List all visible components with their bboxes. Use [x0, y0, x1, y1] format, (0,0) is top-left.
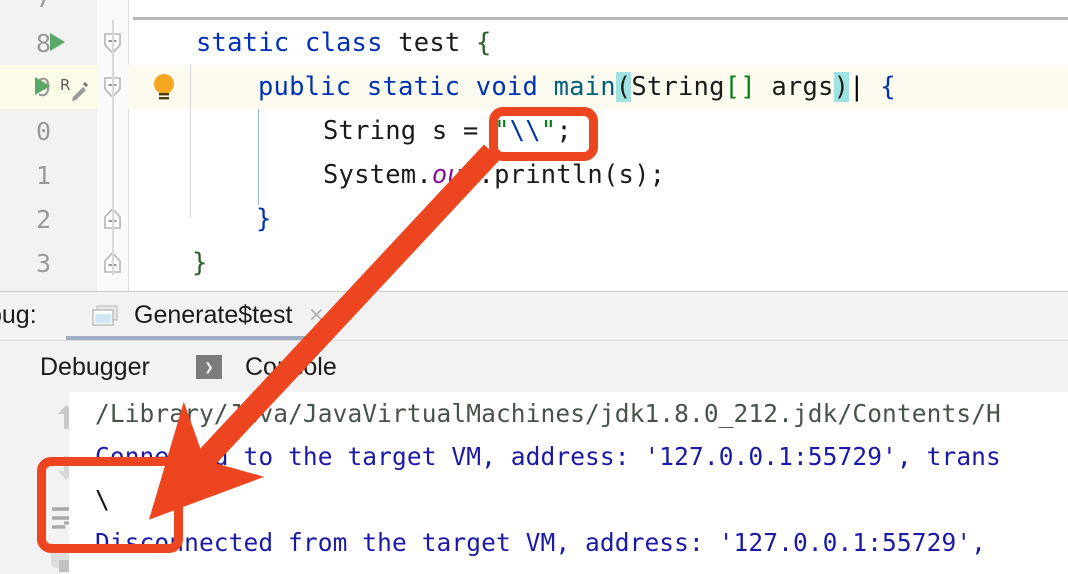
line-number-7: 7 [36, 0, 51, 13]
session-close-icon[interactable]: × [309, 301, 324, 330]
code-line-12[interactable]: } [128, 197, 1068, 241]
gutter-line-13[interactable]: 3 [0, 241, 97, 285]
code-editor[interactable]: 7 8 static class test { [0, 0, 1068, 291]
editor-top-scroll-indicator [133, 17, 1068, 20]
code-line-9[interactable]: public static void main(String[] args)| … [128, 65, 1068, 109]
line-number-12: 2 [35, 205, 51, 234]
console-line-3: Disconnected from the target VM, address… [95, 528, 987, 557]
intention-lightbulb-icon[interactable] [150, 72, 178, 102]
fold-col-line-7[interactable] [97, 0, 128, 20]
line-number-8: 8 [35, 29, 51, 58]
gutter-line-12[interactable]: 2 [0, 197, 97, 241]
line-number-13: 3 [35, 249, 51, 278]
gutter-line-9[interactable]: 9 R [0, 65, 97, 109]
code-line-11[interactable]: System.out.println(s); [128, 153, 1068, 197]
debug-header: bug: Generate$test × [0, 292, 1068, 340]
debug-window-title: bug: [0, 301, 37, 329]
code-line-10-text: String s = "\\"; [323, 116, 572, 146]
editor-line-8[interactable]: 8 static class test { [0, 21, 1068, 65]
ide-window: 7 8 static class test { [0, 0, 1068, 574]
console-line-0: /Library/Java/JavaVirtualMachines/jdk1.8… [95, 399, 1001, 428]
line-number-11: 1 [35, 161, 51, 190]
gutter-line-10[interactable]: 0 [0, 109, 97, 153]
console-output-area[interactable]: /Library/Java/JavaVirtualMachines/jdk1.8… [0, 392, 1068, 574]
code-line-9-text: public static void main(String[] args)| … [258, 72, 896, 102]
fold-connector-line [112, 20, 114, 275]
console-far-left-strip [0, 392, 23, 574]
svg-text:R: R [60, 76, 70, 94]
gutter-line-7[interactable]: 7 [0, 0, 97, 20]
debug-tool-window: bug: Generate$test × Debugger ❯ Console [0, 291, 1068, 574]
session-window-icon [92, 305, 118, 326]
run-gutter-icon-line-9[interactable] [35, 77, 50, 95]
session-tab-label: Generate$test [134, 301, 293, 329]
editor-line-11[interactable]: 1 System.out.println(s); [0, 153, 1068, 197]
console-tab-icon: ❯ [196, 355, 222, 379]
gutter-line-11[interactable]: 1 [0, 153, 97, 197]
code-line-13-text: } [192, 248, 208, 278]
code-line-13[interactable]: } [128, 241, 1068, 285]
editor-line-13[interactable]: 3 } [0, 241, 1068, 285]
code-line-11-text: System.out.println(s); [323, 160, 666, 190]
code-line-8[interactable]: static class test { [128, 21, 1068, 65]
console-text-body[interactable]: /Library/Java/JavaVirtualMachines/jdk1.8… [69, 392, 1068, 574]
editor-line-9[interactable]: 9 R public static void main(String[] arg… [0, 65, 1068, 109]
console-line-2: \ [95, 485, 110, 514]
debug-tabs-row: Debugger ❯ Console [0, 340, 1068, 433]
console-left-rail [22, 392, 83, 574]
console-line-1: Connected to the target VM, address: '12… [95, 442, 1001, 471]
editor-line-12[interactable]: 2 } [0, 197, 1068, 241]
line-number-10: 0 [35, 117, 51, 146]
code-line-10[interactable]: String s = "\\"; [128, 109, 1068, 153]
gutter-line-8[interactable]: 8 [0, 21, 97, 65]
indent-guide-active [258, 109, 259, 205]
run-gutter-icon-line-8[interactable] [50, 33, 65, 51]
code-line-8-text: static class test { [196, 28, 492, 58]
recompile-marker-icon[interactable]: R [60, 76, 92, 102]
editor-line-10[interactable]: 0 String s = "\\"; [0, 109, 1068, 153]
code-line-12-text: } [256, 204, 272, 234]
indent-guide-outer [190, 65, 191, 217]
